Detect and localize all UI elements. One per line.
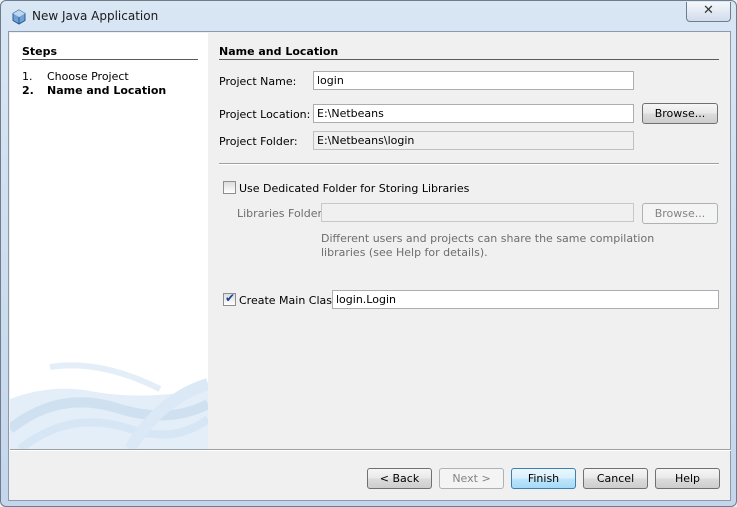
browse-libraries-button[interactable]: Browse... bbox=[642, 203, 718, 224]
checkmark-icon: ✔ bbox=[225, 291, 236, 305]
create-main-class-checkbox[interactable]: ✔ bbox=[223, 291, 236, 306]
project-name-input[interactable]: login bbox=[313, 71, 634, 90]
step-number: 2. bbox=[22, 84, 34, 97]
close-icon: ✕ bbox=[703, 3, 714, 18]
window-title: New Java Application bbox=[32, 9, 159, 23]
main-class-input[interactable]: login.Login bbox=[332, 290, 719, 309]
dialog-window: New Java Application ✕ Steps 1. Choose P… bbox=[0, 0, 737, 507]
back-button[interactable]: < Back bbox=[367, 468, 432, 489]
separator bbox=[219, 163, 719, 165]
help-button[interactable]: Help bbox=[655, 468, 720, 489]
name-location-panel: Name and Location Project Name: login Pr… bbox=[208, 33, 730, 449]
project-location-input[interactable]: E:\Netbeans bbox=[313, 104, 634, 123]
dedicated-folder-checkbox[interactable] bbox=[223, 181, 236, 194]
libraries-folder-input[interactable] bbox=[321, 203, 634, 222]
libraries-help-text-line2: libraries (see Help for details). bbox=[321, 246, 488, 259]
create-main-class-label: Create Main Class bbox=[239, 294, 338, 307]
project-name-label: Project Name: bbox=[219, 75, 297, 88]
section-underline bbox=[219, 59, 719, 60]
title-bar[interactable]: New Java Application bbox=[2, 2, 737, 30]
section-title: Name and Location bbox=[219, 45, 339, 58]
libraries-help-text-line1: Different users and projects can share t… bbox=[321, 232, 655, 245]
cancel-button[interactable]: Cancel bbox=[583, 468, 648, 489]
next-button[interactable]: Next > bbox=[439, 468, 504, 489]
project-location-label: Project Location: bbox=[219, 108, 311, 121]
step-number: 1. bbox=[22, 70, 33, 83]
netbeans-wave-graphic bbox=[10, 359, 208, 449]
libraries-folder-label: Libraries Folder: bbox=[237, 207, 326, 220]
finish-button[interactable]: Finish bbox=[511, 468, 576, 489]
step-label: Choose Project bbox=[47, 70, 129, 83]
steps-title: Steps bbox=[22, 45, 58, 58]
close-button[interactable]: ✕ bbox=[686, 2, 731, 22]
project-folder-field[interactable]: E:\Netbeans\login bbox=[313, 131, 634, 150]
step-label: Name and Location bbox=[47, 84, 167, 97]
button-bar-divider bbox=[10, 449, 731, 451]
dedicated-folder-label: Use Dedicated Folder for Storing Librari… bbox=[239, 182, 470, 195]
steps-underline bbox=[22, 59, 198, 60]
step-item: 1. Choose Project bbox=[10, 70, 208, 84]
netbeans-app-icon bbox=[11, 9, 27, 25]
steps-panel: Steps 1. Choose Project 2. Name and Loca… bbox=[10, 33, 208, 449]
step-item-current: 2. Name and Location bbox=[10, 84, 208, 98]
browse-location-button[interactable]: Browse... bbox=[642, 103, 718, 124]
project-folder-label: Project Folder: bbox=[219, 135, 298, 148]
dialog-content: Steps 1. Choose Project 2. Name and Loca… bbox=[8, 31, 731, 501]
